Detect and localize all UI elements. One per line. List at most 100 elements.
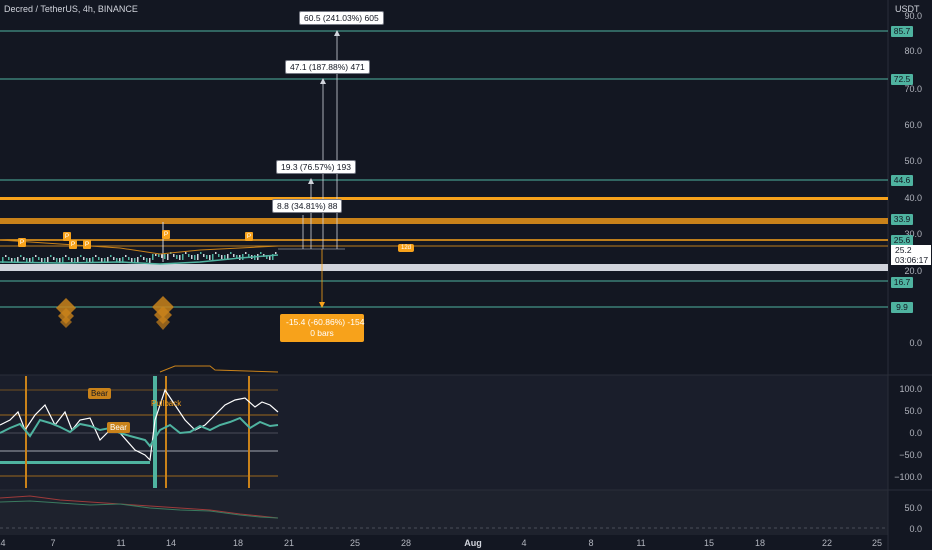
candle (128, 257, 130, 260)
target-callout-2[interactable]: 19.3 (76.57%) 193 (276, 160, 356, 174)
chart-canvas[interactable] (0, 0, 932, 550)
candle (245, 252, 247, 254)
candle (233, 254, 235, 257)
target-callout-4[interactable]: 60.5 (241.03%) 605 (299, 11, 384, 25)
osc-tick-neg50: −50.0 (899, 450, 922, 460)
candle (149, 258, 151, 263)
candle (146, 258, 148, 262)
current-price: 25.2 (895, 245, 912, 255)
time-label: 22 (821, 538, 833, 548)
candle (71, 258, 73, 262)
candle (167, 254, 169, 260)
pullback-label[interactable]: Pullback (151, 399, 181, 408)
level-tag-16-7[interactable]: 16.7 (891, 277, 913, 288)
time-label: 28 (400, 538, 412, 548)
time-label: 25 (349, 538, 361, 548)
candle (179, 255, 181, 260)
osc-tick-0: 0.0 (909, 428, 922, 438)
candle (164, 254, 166, 259)
time-label: 25 (871, 538, 883, 548)
downside-callout[interactable]: -15.4 (-60.86%) -154 0 bars (280, 314, 364, 342)
symbol-title[interactable]: Decred / TetherUS, 4h, BINANCE (4, 4, 138, 14)
candle (161, 254, 163, 258)
oscillator-pane-bg (0, 375, 888, 490)
price-tick-90-partial: 90.0 (904, 11, 922, 21)
price-tick-0: 0.0 (909, 338, 922, 348)
price-tick-50: 50.0 (904, 156, 922, 166)
candle (8, 257, 10, 260)
p-marker[interactable]: P (245, 232, 253, 241)
candle (188, 254, 190, 257)
level-tag-33-9[interactable]: 33.9 (891, 214, 913, 225)
candle (176, 255, 178, 259)
lower-tick-50: 50.0 (904, 503, 922, 513)
candle (65, 255, 67, 257)
level-tag-72-5[interactable]: 72.5 (891, 74, 913, 85)
level-tag-44-6[interactable]: 44.6 (891, 175, 913, 186)
candle (182, 254, 184, 260)
candle (140, 255, 142, 257)
candle (173, 254, 175, 257)
p-marker[interactable]: P (18, 238, 26, 247)
candle (185, 252, 187, 254)
time-label: 8 (588, 538, 594, 548)
target-callout-3[interactable]: 47.1 (187.88%) 471 (285, 60, 370, 74)
bear-label-1[interactable]: Bear (88, 388, 111, 399)
candle (23, 257, 25, 260)
level-tag-9-9[interactable]: 9.9 (891, 302, 913, 313)
p-marker[interactable]: P (83, 240, 91, 249)
support-band-20[interactable] (0, 264, 888, 271)
candle (158, 254, 160, 257)
candle (56, 258, 58, 262)
time-label: 11 (116, 538, 126, 548)
candle (125, 255, 127, 257)
candle (5, 255, 7, 257)
price-tick-80: 80.0 (904, 46, 922, 56)
level-tag-85-7[interactable]: 85.7 (891, 26, 913, 37)
osc-tick-neg100: −100.0 (894, 472, 922, 482)
orange-level-33-9[interactable] (0, 218, 888, 224)
time-label: 4 (521, 538, 527, 548)
time-label-month: Aug (464, 538, 482, 548)
candle (11, 258, 13, 262)
candle (143, 257, 145, 260)
main-pane-bg (0, 0, 888, 375)
candle (209, 255, 211, 260)
candle (38, 257, 40, 260)
candle (95, 255, 97, 257)
chart-stage[interactable]: Decred / TetherUS, 4h, BINANCE USDT 90.0… (0, 0, 932, 550)
p-marker[interactable]: P (162, 230, 170, 239)
time-label: 14 (165, 538, 177, 548)
bear-label-2[interactable]: Bear (107, 422, 130, 433)
candle (191, 255, 193, 259)
time-label: 4 (0, 538, 6, 548)
candle (62, 257, 64, 263)
target-callout-1[interactable]: 8.8 (34.81%) 88 (272, 199, 343, 213)
price-tick-60: 60.0 (904, 120, 922, 130)
price-tick-70: 70.0 (904, 84, 922, 94)
current-price-box[interactable]: 25.2 03:06:17 (891, 245, 931, 265)
candle (275, 252, 277, 254)
candle (86, 258, 88, 262)
orange-price-label[interactable]: 12d (398, 244, 415, 252)
candle (218, 254, 220, 257)
candle (98, 257, 100, 260)
candle (80, 255, 82, 257)
time-label: 15 (703, 538, 715, 548)
candle (206, 255, 208, 259)
time-label: 21 (283, 538, 295, 548)
candle (101, 258, 103, 262)
candle (137, 257, 139, 263)
lower-tick-0: 0.0 (909, 524, 922, 534)
candle (155, 254, 157, 256)
bar-countdown: 03:06:17 (895, 255, 929, 265)
candle (26, 258, 28, 262)
downside-change: -15.4 (-60.86%) -154 (286, 317, 365, 327)
p-marker[interactable]: P (69, 240, 77, 249)
osc-tick-50: 50.0 (904, 406, 922, 416)
time-label: 7 (50, 538, 56, 548)
orange-level-40[interactable] (0, 197, 888, 200)
time-label: 18 (232, 538, 244, 548)
candle (53, 257, 55, 260)
candle (212, 254, 214, 260)
